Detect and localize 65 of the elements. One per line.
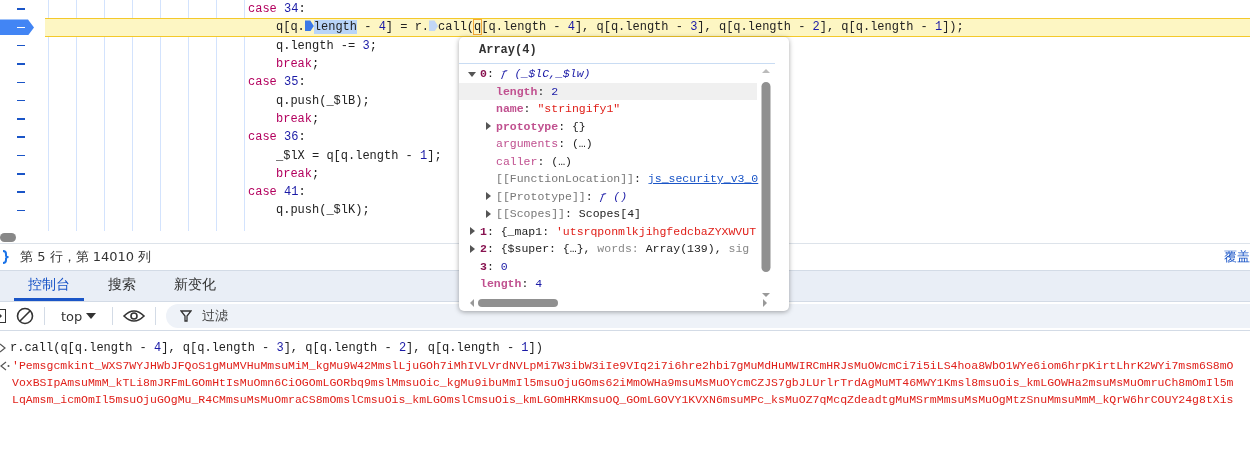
collapsed-triangle-icon[interactable]: [467, 226, 477, 237]
property-row[interactable]: 2: {$super: {…}, words: Array(139), sig: [459, 240, 757, 258]
code-line: break;: [275, 57, 320, 72]
filter-field[interactable]: 过滤: [166, 304, 1250, 328]
collapsed-triangle-icon[interactable]: [483, 121, 493, 132]
popover-title: Array(4): [459, 37, 775, 64]
collapsed-triangle-icon[interactable]: [467, 243, 477, 254]
console-output-line: 'Pemsgcmkint_WXS7WYJHWbJFQoS1gMuMVHuMmsuMiM_kgMu9W42MmslLjuGOh7iMhIVLVrdNVLpMi7W3ibW3iIe9VIq2i7i6hre2hbi7gMuMdHuMWIRCmHRJsMuOWcmCi7i5iLS4hoa8WbO1WYe6iom6hrpKirtLhrK2WYi7msm6S8mO: [12, 358, 1234, 374]
property-row[interactable]: arguments: (…): [459, 135, 757, 153]
result-arrow-icon: [0, 361, 10, 371]
property-row[interactable]: prototype: {}: [459, 117, 757, 135]
overrides-tab[interactable]: 覆盖: [1224, 248, 1250, 266]
code-line: break;: [275, 111, 320, 126]
context-selector[interactable]: top: [55, 308, 103, 324]
property-row[interactable]: 0: ƒ (_$lC,_$lw): [459, 65, 757, 83]
property-row[interactable]: name: "stringify1": [459, 100, 757, 118]
line-marker-icon[interactable]: [17, 191, 25, 193]
line-marker-icon[interactable]: [17, 209, 25, 212]
console-output-line: LqAmsm_icmOmIl5msuOjuGOgMu_R4CMmsuMsMuOmraCS8mOmslCmsuOis_kmLGOmslCmsuOis_kmLGOmHRKmsuOQ_GOmLGOVY1KVXN6msuMPc_ksMuOZ7qMcqZdeadtgMuMSrmMmsuMsMuOgMtzSnuMmsuMmM_kQrW6hrCOUY24g8tXis: [12, 392, 1234, 408]
property-row[interactable]: 3: 0: [459, 257, 757, 275]
horizontal-scrollbar[interactable]: [469, 297, 769, 309]
console-output-line: VoxBSIpAmsuMmM_kTLi8mJRFmLGOmHtIsMuOmn6CiOGOmLGORbq9mslMmsuOic_kgMu9ibuMmIl5msuOjuGOms62iMmOWHa9msuMsMuOYcmCZJS7gbJLUrlrTrdAgMuMT46MWY1Kmsl8msuOis_kmLGOWHa2msuMsMuOmruCh8mOmIl5m: [12, 375, 1234, 391]
pretty-print-icon[interactable]: [2, 250, 10, 264]
execution-marker-icon[interactable]: [0, 19, 34, 36]
line-marker-icon[interactable]: [17, 118, 25, 120]
property-row[interactable]: caller: (…): [459, 152, 757, 170]
code-line: case 36:: [247, 130, 306, 145]
vertical-scrollbar[interactable]: [761, 67, 771, 299]
drawer-tab[interactable]: 搜索: [94, 271, 150, 301]
code-line: q.length -= 3;: [275, 38, 377, 53]
code-line: q.push(_$lK);: [275, 203, 370, 218]
breakpoint-marker-icon[interactable]: [304, 20, 314, 32]
code-line: q.push(_$lB);: [275, 93, 370, 108]
collapsed-triangle-icon[interactable]: [483, 191, 493, 202]
input-prompt-icon: [0, 343, 6, 353]
line-marker-icon[interactable]: [17, 136, 25, 138]
caret-icon: [86, 312, 97, 320]
code-line: case 34:: [247, 2, 306, 17]
property-row[interactable]: [[Scopes]]: Scopes[4]: [459, 205, 757, 223]
line-marker-icon[interactable]: [17, 45, 25, 47]
property-row[interactable]: [[FunctionLocation]]: js_security_v3_0: [459, 170, 757, 188]
line-marker-icon[interactable]: [17, 8, 25, 10]
property-row[interactable]: 1: {_map1: 'utsrqponmlkjihgfedcbaZYXWVUT: [459, 222, 757, 240]
line-marker-icon[interactable]: [17, 81, 25, 84]
cursor-position: 第 5 行，第 14010 列: [20, 248, 152, 266]
line-marker-icon[interactable]: [17, 99, 25, 102]
console-command: r.call(q[q.length - 4], q[q.length - 3], q[q.length - 2], q[q.length - 1]): [10, 341, 543, 355]
code-line: _$lX = q[q.length - 1];: [275, 148, 442, 163]
collapsed-triangle-icon[interactable]: [483, 208, 493, 219]
drawer-tab[interactable]: 新变化: [160, 271, 230, 301]
code-line: case 35:: [247, 75, 306, 90]
eye-icon[interactable]: [123, 309, 146, 323]
clear-console-icon[interactable]: [16, 307, 34, 325]
filter-icon: [180, 310, 193, 322]
property-row[interactable]: [[Prototype]]: ƒ (): [459, 187, 757, 205]
breakpoint-marker-icon[interactable]: [429, 20, 439, 32]
property-row[interactable]: length: 2: [459, 82, 757, 100]
property-row[interactable]: length: 4: [459, 275, 757, 293]
code-line: case 41:: [247, 185, 306, 200]
line-marker-icon[interactable]: [17, 154, 25, 157]
line-marker-icon[interactable]: [17, 173, 25, 175]
line-marker-icon[interactable]: [17, 63, 25, 65]
code-line: break;: [275, 166, 320, 181]
drawer-tab[interactable]: 控制台: [14, 271, 84, 301]
scrollbar-thumb[interactable]: [0, 233, 16, 242]
